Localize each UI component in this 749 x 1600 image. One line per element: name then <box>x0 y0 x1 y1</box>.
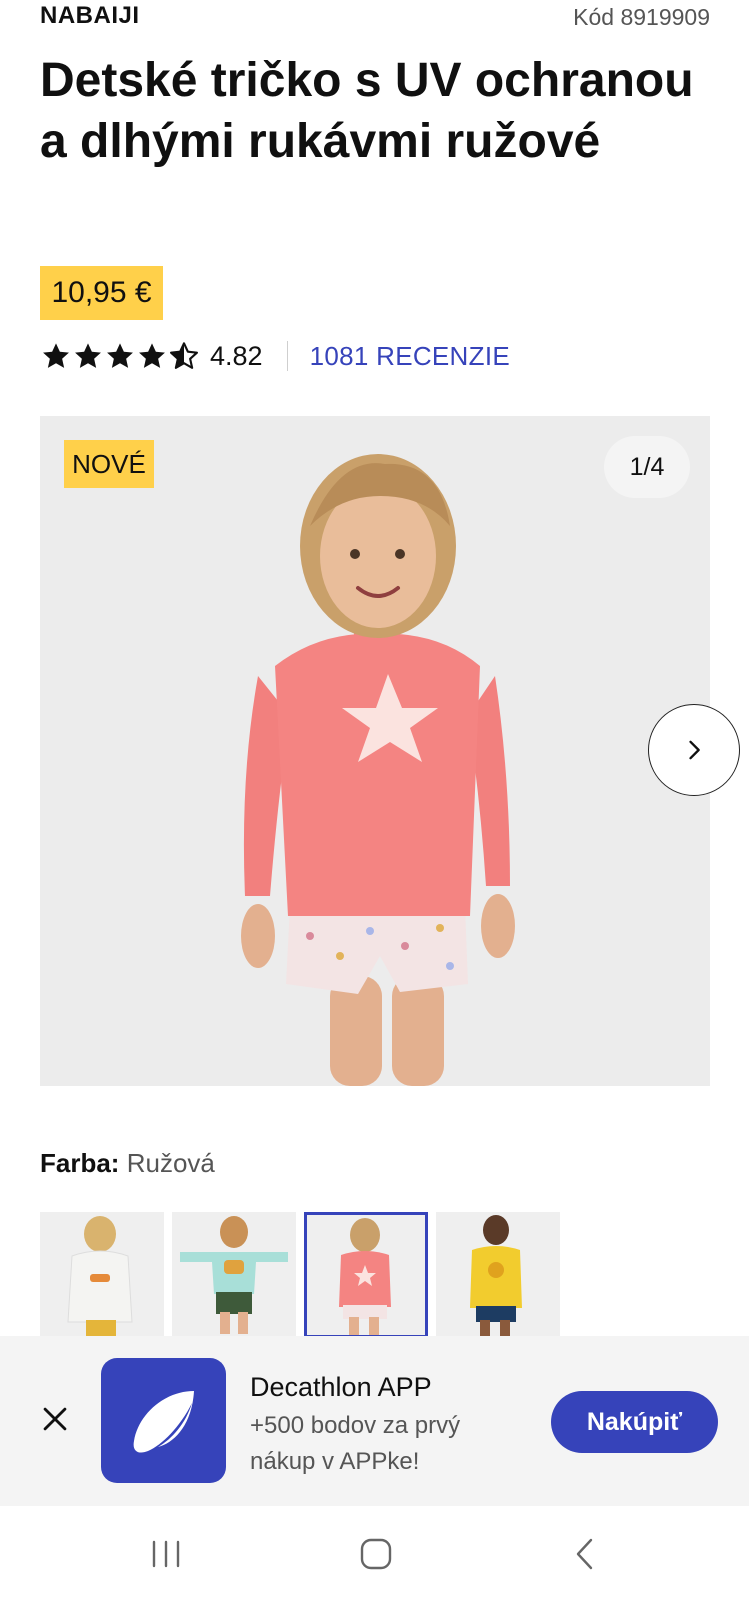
star-half-icon <box>170 342 198 369</box>
system-nav-bar <box>0 1506 749 1600</box>
color-swatch-mint[interactable] <box>172 1212 296 1338</box>
app-banner-subtitle: +500 bodov za prvý nákup v APPke! <box>250 1412 461 1475</box>
back-button[interactable] <box>566 1534 606 1574</box>
brand-name[interactable]: NABAIJI <box>40 2 140 30</box>
color-swatch-list <box>40 1212 720 1338</box>
star-icon <box>139 343 165 368</box>
recents-button[interactable] <box>146 1534 186 1574</box>
decathlon-logo-icon <box>101 1358 226 1483</box>
color-value: Ružová <box>126 1148 215 1178</box>
swatch-image <box>307 1215 425 1335</box>
color-label-key: Farba: <box>40 1148 120 1178</box>
next-image-button[interactable] <box>648 704 740 796</box>
reviews-link[interactable]: 1081 RECENZIE <box>310 341 510 372</box>
swatch-image <box>40 1212 164 1338</box>
product-photo-illustration <box>40 416 710 1086</box>
price-badge: 10,95 € <box>40 266 163 320</box>
product-header: NABAIJI Kód 8919909 <box>40 0 710 34</box>
product-gallery[interactable]: NOVÉ 1/4 <box>40 416 740 1086</box>
color-swatch-pink-selected[interactable] <box>304 1212 428 1338</box>
home-icon <box>360 1538 392 1570</box>
home-button[interactable] <box>356 1534 396 1574</box>
star-icon <box>43 343 69 368</box>
close-icon <box>43 1407 67 1431</box>
banner-close-button[interactable] <box>38 1402 72 1436</box>
recents-icon <box>152 1540 180 1568</box>
color-label: Farba: Ružová <box>40 1148 215 1179</box>
swatch-image <box>172 1212 296 1338</box>
product-title: Detské tričko s UV ochranou a dlhými ruk… <box>40 54 694 168</box>
color-swatch-white[interactable] <box>40 1212 164 1338</box>
back-icon <box>576 1538 593 1570</box>
rating-row: 4.82 1081 RECENZIE <box>40 336 640 376</box>
rating-value: 4.82 <box>210 340 263 371</box>
rating-divider <box>286 341 288 371</box>
new-badge: NOVÉ <box>64 440 154 488</box>
app-banner-title: Decathlon APP <box>250 1372 432 1402</box>
color-swatch-yellow[interactable] <box>436 1212 560 1338</box>
product-photo[interactable] <box>40 416 710 1086</box>
app-promo-banner: Decathlon APP +500 bodov za prvý nákup v… <box>0 1336 749 1506</box>
product-code: Kód 8919909 <box>573 4 710 30</box>
image-counter: 1/4 <box>604 436 690 498</box>
shop-button[interactable]: Nakúpiť <box>551 1391 718 1453</box>
chevron-right-icon <box>689 740 700 760</box>
decathlon-swoosh-icon <box>133 1390 194 1453</box>
star-icon <box>75 343 101 368</box>
swatch-image <box>436 1212 560 1338</box>
rating-stars <box>40 340 200 372</box>
star-icon <box>107 343 133 368</box>
